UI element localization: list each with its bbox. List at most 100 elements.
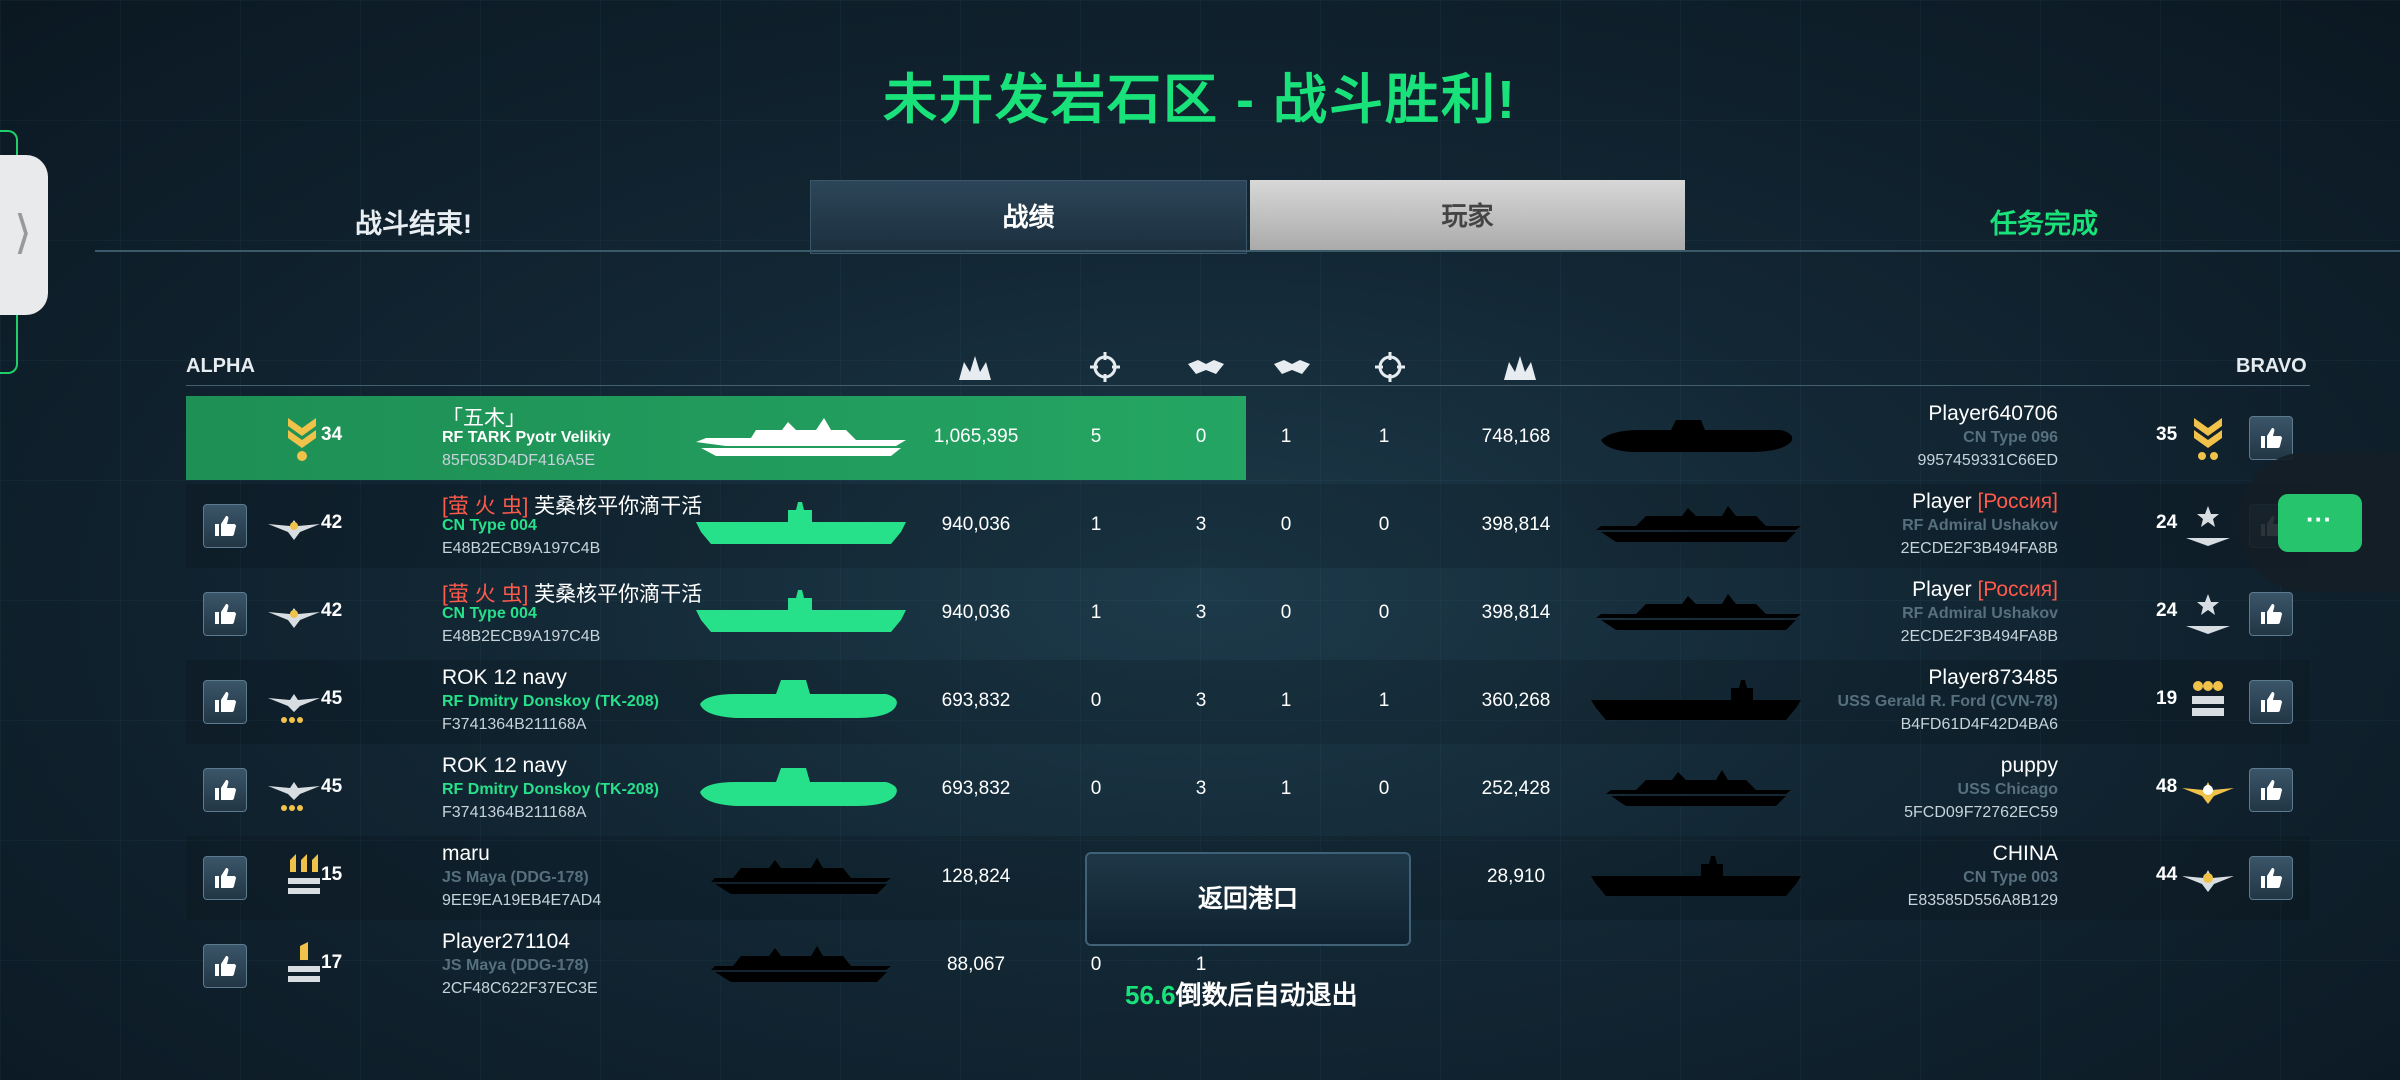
star-wreath-rank-icon <box>2186 506 2230 546</box>
ship-name: USS Chicago <box>1957 781 2058 798</box>
mission-complete-label: 任务完成 <box>1990 209 2098 239</box>
player-name-text: Player271104 <box>442 930 571 953</box>
handshake-icon <box>1274 360 1310 374</box>
player-id: 2ECDE2F3B494FA8B <box>1900 540 2058 557</box>
damage-value: 748,168 <box>1481 426 1551 447</box>
floating-menu-button[interactable]: ··· <box>2238 452 2400 592</box>
tab-divider <box>95 250 2400 252</box>
auto-exit-countdown: 56.6倒数后自动退出 <box>1125 975 1358 1012</box>
player-id: E48B2ECB9A197C4B <box>442 540 601 557</box>
star-wreath-rank-icon <box>2186 594 2230 634</box>
side-drawer-handle[interactable]: ⟩ <box>0 155 48 315</box>
player-level: 15 <box>321 864 343 885</box>
player-id: 5FCD09F72762EC59 <box>1904 804 2058 821</box>
table-row: 34 「五木」 RF TARK Pyotr Velikiy 85F053D4DF… <box>186 396 2310 480</box>
player-level: 45 <box>321 776 343 797</box>
carrier-silhouette-icon <box>1591 856 1801 896</box>
like-button[interactable] <box>2249 592 2293 636</box>
player-id: 9957459331C66ED <box>1917 452 2058 469</box>
tab-stats[interactable]: 战绩 <box>810 180 1247 254</box>
assists-value: 3 <box>1195 690 1207 711</box>
like-button[interactable] <box>203 680 247 724</box>
player-level: 48 <box>2156 776 2178 797</box>
assists-value: 3 <box>1195 778 1207 799</box>
like-button[interactable] <box>2249 856 2293 900</box>
player-name-text: Player <box>1912 490 1978 513</box>
player-name-text: ROK 12 navy <box>442 754 567 777</box>
damage-value: 940,036 <box>941 514 1011 535</box>
gold-wings-rank-icon <box>2182 782 2234 804</box>
table-row: 45 ROK 12 navy RF Dmitry Donskoy (TK-208… <box>186 748 2310 832</box>
ship-name: RF Admiral Ushakov <box>1902 517 2058 534</box>
thumbs-up-icon <box>2261 692 2282 712</box>
crosshair-icon <box>1375 352 1405 382</box>
player-level: 42 <box>321 600 343 621</box>
destroyer-silhouette-icon <box>711 858 891 894</box>
ship-name: JS Maya (DDG-178) <box>442 957 589 974</box>
carrier-silhouette-icon <box>1591 680 1801 720</box>
damage-value: 398,814 <box>1481 514 1551 535</box>
like-button[interactable] <box>203 768 247 812</box>
officer-wings-rank-icon <box>268 520 320 540</box>
ship-name: RF Admiral Ushakov <box>1902 605 2058 622</box>
tab-bar: 战斗结束! 战绩 玩家 任务完成 <box>95 180 2400 254</box>
damage-icon <box>959 356 991 380</box>
player-level: 24 <box>2156 600 2178 621</box>
player-level: 17 <box>321 952 343 973</box>
player-id: E83585D556A8B129 <box>1907 892 2058 909</box>
assists-value: 1 <box>1280 426 1292 447</box>
thumbs-up-icon <box>2261 868 2282 888</box>
damage-value: 252,428 <box>1481 778 1551 799</box>
assists-value: 1 <box>1195 954 1207 975</box>
table-row: 45 ROK 12 navy RF Dmitry Donskoy (TK-208… <box>186 660 2310 744</box>
table-row: 42 [萤 火 虫] 芙桑核平你滴干活 CN Type 004 E48B2ECB… <box>186 572 2310 656</box>
team-alpha-label: ALPHA <box>186 355 255 377</box>
player-name-text: puppy <box>2000 754 2058 777</box>
like-button[interactable] <box>203 944 247 988</box>
damage-value: 360,268 <box>1481 690 1551 711</box>
player-id: 2CF48C622F37EC3E <box>442 980 598 997</box>
chevron-right-icon: ⟩ <box>14 206 32 258</box>
player-level: 44 <box>2156 864 2178 885</box>
handshake-icon <box>1188 360 1224 374</box>
like-button[interactable] <box>203 504 247 548</box>
clan-tag: [Россия] <box>1977 578 2058 601</box>
ship-name: RF TARK Pyotr Velikiy <box>442 429 611 446</box>
kills-value: 0 <box>1090 954 1102 975</box>
player-name: Player873485 <box>1928 666 2058 690</box>
player-name: ROK 12 navy <box>442 754 567 778</box>
ship-name: JS Maya (DDG-178) <box>442 869 589 886</box>
like-button[interactable] <box>2249 768 2293 812</box>
countdown-text: 倒数后自动退出 <box>1175 980 1358 1010</box>
clan-tag: [萤 火 虫] <box>442 495 529 518</box>
like-button[interactable] <box>2249 416 2293 460</box>
like-button[interactable] <box>203 592 247 636</box>
like-button[interactable] <box>203 856 247 900</box>
sergeant-rank-icon <box>2194 418 2222 460</box>
player-id: B4FD61D4F42D4BA6 <box>1900 716 2058 733</box>
player-level: 19 <box>2156 688 2178 709</box>
tab-players[interactable]: 玩家 <box>1250 180 1685 252</box>
kills-value: 1 <box>1090 602 1102 623</box>
more-options-label: ··· <box>2306 504 2332 534</box>
ship-name: CN Type 004 <box>442 517 537 534</box>
officer-wings-rank-icon <box>268 694 320 723</box>
ship-name: USS Gerald R. Ford (CVN-78) <box>1837 693 2058 710</box>
cruiser-silhouette-icon <box>696 418 906 456</box>
assists-value: 3 <box>1195 602 1207 623</box>
return-to-port-button[interactable]: 返回港口 <box>1085 852 1411 946</box>
player-name-text: 芙桑核平你滴干活 <box>528 583 703 606</box>
thumbs-up-icon <box>2261 428 2282 448</box>
player-level: 45 <box>321 688 343 709</box>
assists-value: 1 <box>1280 690 1292 711</box>
more-options-icon: ··· <box>2278 494 2362 552</box>
ship-name: CN Type 004 <box>442 605 537 622</box>
kills-value: 0 <box>1090 690 1102 711</box>
player-name: 「五木」 <box>442 402 526 432</box>
assists-value: 0 <box>1280 514 1292 535</box>
player-id: 2ECDE2F3B494FA8B <box>1900 628 2058 645</box>
crosshair-icon <box>1090 352 1120 382</box>
damage-value: 128,824 <box>941 866 1011 887</box>
like-button[interactable] <box>2249 680 2293 724</box>
player-id: F3741364B211168A <box>442 804 587 821</box>
